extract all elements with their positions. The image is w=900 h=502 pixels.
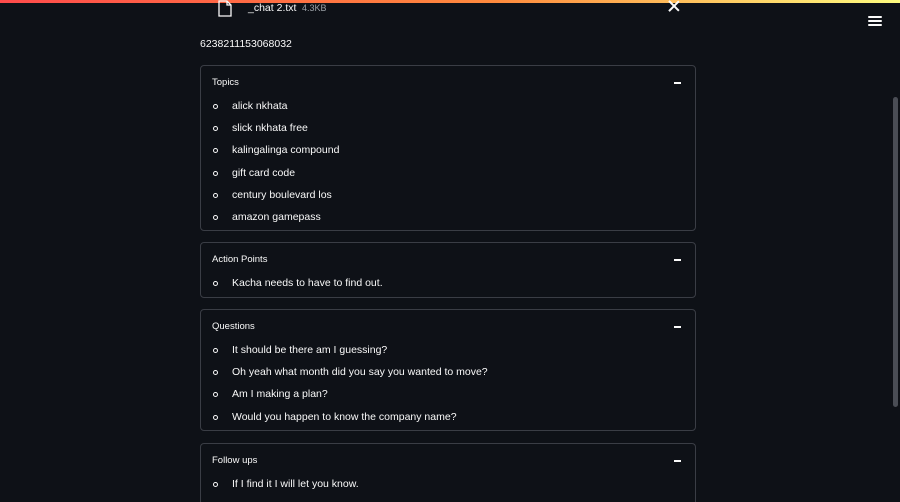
bullet-icon	[213, 104, 218, 109]
close-icon[interactable]	[668, 0, 680, 12]
action-points-list: Kacha needs to have to find out.	[201, 275, 695, 297]
bullet-icon	[213, 414, 218, 420]
section-title: Follow ups	[212, 455, 258, 466]
questions-list: It should be there am I guessing? Oh yea…	[201, 342, 695, 431]
bullet-icon	[213, 214, 218, 220]
bullet-icon	[213, 482, 218, 487]
list-item-text: gift card code	[232, 166, 296, 179]
collapse-icon[interactable]	[674, 460, 681, 462]
bullet-icon	[213, 126, 218, 132]
file-size: 4.3KB	[302, 3, 327, 13]
bullet-icon	[213, 281, 218, 286]
list-item-text: If I find it I will let you know.	[232, 478, 359, 490]
hamburger-menu-icon-line	[868, 24, 882, 26]
list-item-text: amazon gamepass	[232, 210, 321, 223]
section-follow-ups: Follow ups If I find it I will let you k…	[200, 443, 696, 502]
collapse-icon[interactable]	[674, 326, 681, 328]
main-menu-button[interactable]	[868, 14, 882, 28]
bullet-icon	[213, 392, 218, 398]
bullet-icon	[213, 192, 218, 198]
bullet-icon	[213, 148, 218, 154]
list-item: Would you happen to know the company nam…	[201, 409, 695, 431]
scrollbar-thumb[interactable]	[893, 97, 898, 407]
hamburger-menu-icon-line	[868, 20, 882, 22]
list-item: Kacha needs to have to find out.	[201, 275, 695, 297]
section-header-action-points[interactable]: Action Points	[201, 243, 695, 275]
section-title: Topics	[212, 77, 239, 88]
section-header-follow-ups[interactable]: Follow ups	[201, 444, 695, 476]
list-item: alick nkhata	[201, 98, 695, 120]
list-item-text: kalingalinga compound	[232, 144, 340, 157]
collapse-icon[interactable]	[674, 259, 681, 261]
bullet-icon	[213, 370, 218, 376]
list-item: century boulevard los	[201, 187, 695, 209]
list-item-text: alick nkhata	[232, 100, 288, 112]
list-item: Oh yeah what month did you say you wante…	[201, 364, 695, 386]
bullet-icon	[213, 170, 218, 176]
list-item: amazon gamepass	[201, 209, 695, 231]
list-item: It should be there am I guessing?	[201, 342, 695, 364]
file-name: _chat 2.txt	[248, 2, 297, 14]
list-item: slick nkhata free	[201, 120, 695, 142]
file-icon	[218, 0, 232, 17]
list-item-text: Oh yeah what month did you say you wante…	[232, 366, 488, 379]
list-item-text: Would you happen to know the company nam…	[232, 410, 457, 423]
list-item: If I find it I will let you know.	[201, 476, 695, 498]
section-topics: Topics alick nkhata slick nkhata free ka…	[200, 65, 696, 231]
list-item: kalingalinga compound	[201, 142, 695, 164]
bullet-icon	[213, 348, 218, 353]
list-item-text: Am I making a plan?	[232, 388, 328, 401]
list-item-text: It should be there am I guessing?	[232, 344, 388, 356]
topics-list: alick nkhata slick nkhata free kalingali…	[201, 98, 695, 231]
list-item-text: century boulevard los	[232, 188, 332, 201]
list-item-text: slick nkhata free	[232, 122, 308, 135]
list-item-text: Kacha needs to have to find out.	[232, 277, 383, 289]
section-header-questions[interactable]: Questions	[201, 310, 695, 342]
uploaded-file-row: _chat 2.txt 4.3KB	[218, 0, 688, 20]
section-questions: Questions It should be there am I guessi…	[200, 309, 696, 431]
list-item: Am I making a plan?	[201, 386, 695, 408]
scrollbar[interactable]	[892, 0, 900, 502]
section-header-topics[interactable]: Topics	[201, 66, 695, 98]
section-title: Action Points	[212, 254, 268, 265]
document-id: 6238211153068032	[200, 38, 292, 50]
collapse-icon[interactable]	[674, 82, 681, 84]
follow-ups-list: If I find it I will let you know.	[201, 476, 695, 498]
hamburger-menu-icon	[868, 16, 882, 18]
section-action-points: Action Points Kacha needs to have to fin…	[200, 242, 696, 298]
section-title: Questions	[212, 321, 255, 332]
list-item: gift card code	[201, 165, 695, 187]
